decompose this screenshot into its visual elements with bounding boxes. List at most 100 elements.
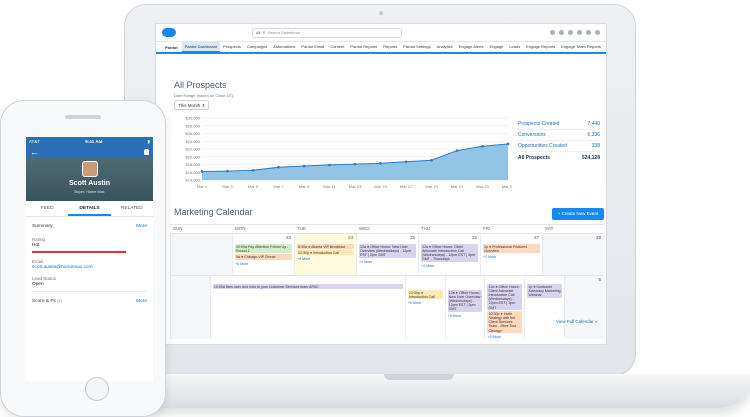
- calendar-day-cell[interactable]: 12a ● Office Hours: New User Overview (W…: [444, 276, 485, 340]
- weekday-label: THU: [421, 226, 431, 231]
- more-events-link[interactable]: +5 More: [487, 335, 522, 339]
- calendar-day-cell[interactable]: 12a ● Office Hours: Client Advocate Intr…: [484, 276, 524, 340]
- rating-value: Hot: [32, 243, 40, 248]
- home-button[interactable]: [85, 377, 109, 401]
- global-search-input[interactable]: All ⚲ Search Salesforce: [252, 27, 402, 38]
- app-launcher-icon[interactable]: [160, 44, 162, 50]
- battery-icon: ▮: [147, 138, 150, 144]
- calendar-day-cell[interactable]: 23 10:00a Pay Attention Follow Up - Roun…: [232, 234, 294, 275]
- calendar-event-multiday[interactable]: 10:00a New user and intro to your Custom…: [212, 284, 403, 290]
- phone-nav-bar: ←: [26, 146, 153, 158]
- calendar-event[interactable]: 12:30p ● Introduction Call: [297, 250, 354, 256]
- tab-feed[interactable]: FEED: [26, 201, 68, 216]
- more-events-link[interactable]: +5 More: [448, 314, 483, 318]
- prospects-area-chart: $30,000 $28,000 $26,000 $24,000 $22,000 $20,0…: [186, 116, 512, 190]
- more-events-link[interactable]: +6 More: [235, 262, 292, 266]
- nav-tab[interactable]: Prospects: [220, 42, 244, 52]
- calendar-weekday-header: SUN MON TUE WED THU FRI SAT: [170, 225, 604, 233]
- stat-opportunities-created[interactable]: Opportunities Created 338: [518, 141, 600, 152]
- stat-conversions[interactable]: Conversions 6,336: [518, 130, 600, 141]
- stat-prospects-created[interactable]: Prospects Created 7,440: [518, 119, 600, 130]
- nav-tab[interactable]: Automations: [270, 42, 298, 52]
- calendar-day-cell[interactable]: 5: [564, 276, 604, 340]
- email-link[interactable]: scott.austin@homemax.com: [32, 265, 147, 270]
- nav-tab[interactable]: Engage Alerts: [456, 42, 487, 52]
- day-number: 25: [409, 235, 415, 240]
- add-icon[interactable]: [559, 30, 564, 35]
- calendar-event[interactable]: 12a ● Office Hours: Client Advocate Intr…: [487, 284, 523, 311]
- score-more-link[interactable]: More: [136, 299, 147, 304]
- bell-icon[interactable]: [586, 30, 591, 35]
- stat-label: Opportunities Created: [518, 143, 567, 149]
- x-tick-label: Mar 21: [451, 184, 464, 189]
- salesforce-logo-icon[interactable]: [162, 28, 176, 37]
- nav-tab[interactable]: Pardot Dashboard: [181, 42, 221, 52]
- calendar-event[interactable]: 10:00a Pay Attention Follow Up - Round 2: [235, 244, 292, 254]
- more-events-link[interactable]: +6 More: [297, 257, 354, 261]
- calendar-event[interactable]: 1p ● Customer Advocacy Marketing Webinar: [527, 284, 563, 298]
- more-events-link[interactable]: +2 More: [483, 255, 540, 259]
- nav-tab[interactable]: Engage: [487, 42, 507, 52]
- avatar-icon[interactable]: [595, 30, 600, 35]
- search-scope[interactable]: All: [256, 30, 260, 35]
- laptop-screen: All ⚲ Search Salesforce Pardot Pardot Da…: [155, 23, 607, 345]
- back-arrow-icon[interactable]: ←: [30, 147, 39, 157]
- more-events-link[interactable]: +2 More: [421, 264, 478, 268]
- y-tick-label: $14,000: [186, 178, 201, 183]
- lead-status-label: Lead Status: [32, 276, 57, 281]
- contact-role: Buyer, Home Max: [74, 190, 105, 194]
- stat-value: 7,440: [587, 121, 600, 127]
- bell-icon[interactable]: [144, 149, 149, 155]
- calendar-day-cell[interactable]: 25 12a ● Office Hours: New User Overview…: [356, 234, 418, 275]
- calendar-day-cell[interactable]: 28: [542, 234, 604, 275]
- y-tick-label: $28,000: [186, 123, 201, 128]
- more-events-link[interactable]: +5 More: [408, 301, 443, 305]
- calendar-week-row: 23 10:00a Pay Attention Follow Up - Roun…: [170, 233, 604, 275]
- calendar-day-cell[interactable]: 12:30p ● Introduction Call +5 More: [404, 276, 445, 340]
- calendar-event[interactable]: 9a ● Chicago VIP Dinner: [235, 254, 292, 260]
- calendar-event[interactable]: 8:30a ● Atlanta VIP Breakfast: [297, 244, 354, 250]
- favorites-icon[interactable]: [550, 30, 555, 35]
- calendar-day-cell[interactable]: 27 1p ● Professional Features Overview +…: [480, 234, 542, 275]
- help-icon[interactable]: [568, 30, 573, 35]
- more-events-link[interactable]: +4 More: [359, 260, 416, 264]
- data-point: [379, 162, 382, 165]
- data-point: [200, 170, 204, 173]
- app-header: All ⚲ Search Salesforce: [156, 24, 606, 42]
- nav-tab[interactable]: Engage Reports: [523, 42, 558, 52]
- nav-tab[interactable]: Pardot Settings: [400, 42, 433, 52]
- calendar-event[interactable]: 12a ● Office Hours: New User Overview (W…: [447, 290, 483, 313]
- nav-tab[interactable]: Pardot Email: [298, 42, 327, 52]
- laptop-base: [84, 374, 750, 408]
- calendar-event[interactable]: 10:30p ● Invite Strategy with the Client…: [487, 311, 523, 334]
- stat-all-prospects[interactable]: All Prospects 524,128: [518, 152, 600, 163]
- nav-tab[interactable]: Campaigns: [244, 42, 270, 52]
- y-tick-label: $16,000: [186, 170, 201, 175]
- nav-tab[interactable]: Engage Team Reports: [558, 42, 604, 52]
- calendar-day-cell[interactable]: [170, 276, 210, 340]
- tab-related[interactable]: RELATED: [111, 201, 153, 216]
- laptop-camera: [379, 11, 383, 15]
- calendar-day-cell[interactable]: 10:00a New user and intro to your Custom…: [209, 276, 405, 340]
- calendar-event[interactable]: 12:30p ● Introduction Call: [407, 290, 443, 300]
- tab-details[interactable]: DETAILS: [68, 201, 111, 216]
- calendar-day-cell[interactable]: [170, 234, 232, 275]
- calendar-day-cell[interactable]: 1p ● Customer Advocacy Marketing Webinar: [524, 276, 564, 340]
- nav-tab[interactable]: Analytics: [434, 42, 456, 52]
- date-range-button[interactable]: This Month ⇕: [174, 100, 210, 110]
- gear-icon[interactable]: [577, 30, 582, 35]
- view-full-calendar-link[interactable]: View Full Calendar »: [556, 319, 597, 324]
- create-new-event-button[interactable]: + Create New Event: [552, 208, 604, 220]
- calendar-event[interactable]: 1p ● Professional Features Overview: [483, 244, 540, 254]
- stat-value: 338: [591, 143, 600, 149]
- calendar-event[interactable]: 12a ● Office Hours: Client Advocate Intr…: [421, 244, 478, 262]
- nav-tab[interactable]: Reports: [380, 42, 400, 52]
- summary-more-link[interactable]: More: [136, 224, 147, 229]
- calendar-day-cell-today[interactable]: 24 8:30a ● Atlanta VIP Breakfast 12:30p …: [294, 234, 356, 275]
- nav-tab[interactable]: Leads: [506, 42, 523, 52]
- calendar-day-cell[interactable]: 26 12a ● Office Hours: Client Advocate I…: [418, 234, 480, 275]
- nav-tab[interactable]: Content: [327, 42, 347, 52]
- rating-label: Rating: [32, 237, 46, 242]
- nav-tab[interactable]: Pardot Reports: [347, 42, 380, 52]
- calendar-event[interactable]: 12a ● Office Hours: New User Overview (W…: [359, 244, 416, 258]
